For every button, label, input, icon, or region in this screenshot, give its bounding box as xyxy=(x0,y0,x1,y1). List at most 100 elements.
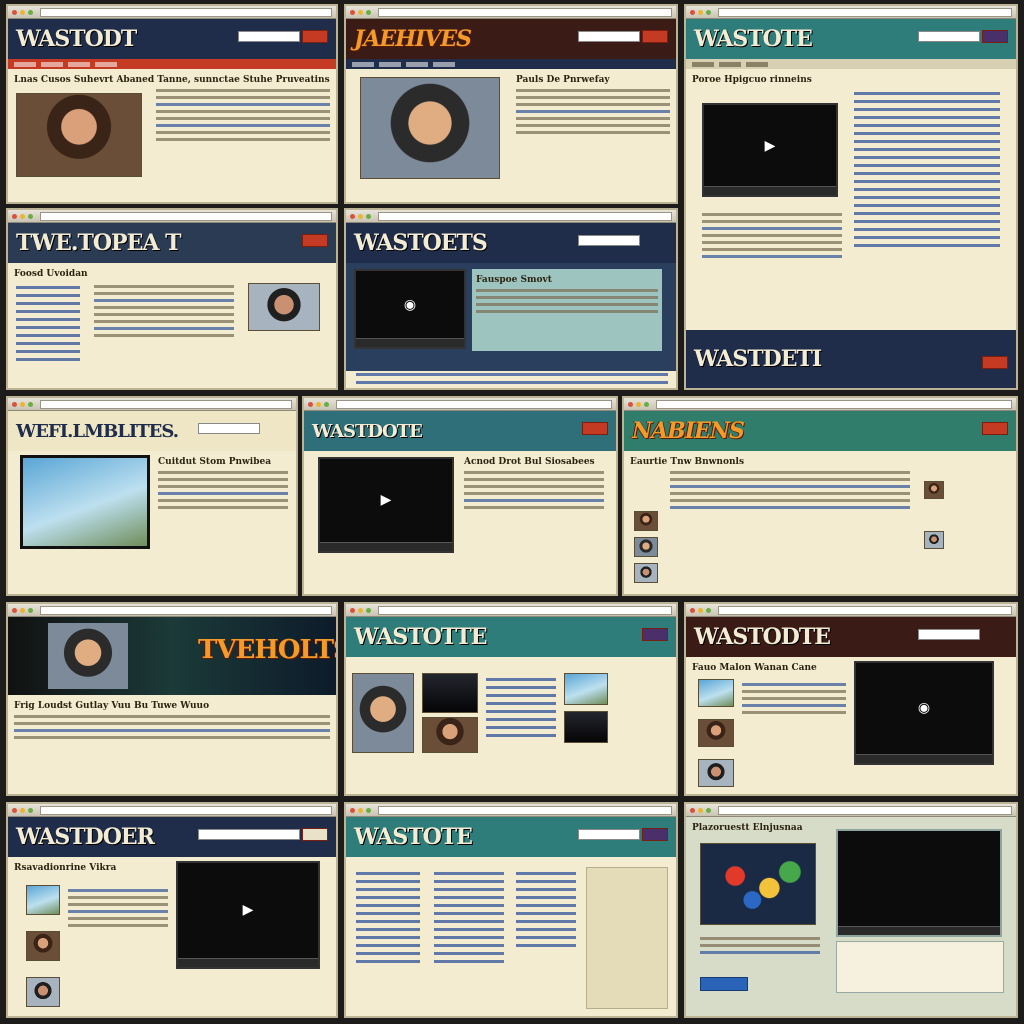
feature-headline[interactable]: Fauspoe Smovt xyxy=(476,275,658,285)
list-link[interactable] xyxy=(854,172,1000,175)
action-button[interactable] xyxy=(700,977,748,991)
list-link[interactable] xyxy=(516,872,576,875)
list-link[interactable] xyxy=(16,350,80,353)
close-icon[interactable] xyxy=(628,401,633,407)
list-link[interactable] xyxy=(854,108,1000,111)
list-link[interactable] xyxy=(356,928,420,931)
article-headline[interactable]: Frig Loudst Gutlay Vuu Bu Tuwe Wuuo xyxy=(14,701,330,711)
nav-item[interactable] xyxy=(95,61,117,67)
text-link[interactable] xyxy=(702,227,842,230)
video-controls[interactable] xyxy=(704,186,836,195)
list-link[interactable] xyxy=(356,373,668,376)
list-link[interactable] xyxy=(16,326,80,329)
search-button[interactable] xyxy=(982,422,1008,435)
list-thumb[interactable] xyxy=(26,931,60,961)
list-link[interactable] xyxy=(486,686,556,689)
nav-item[interactable] xyxy=(68,61,90,67)
address-bar[interactable] xyxy=(40,805,332,815)
footer-logo[interactable]: WASTDETI xyxy=(694,346,822,372)
text-link[interactable] xyxy=(156,124,330,127)
minimize-icon[interactable] xyxy=(316,401,321,407)
list-link[interactable] xyxy=(434,872,504,875)
site-logo[interactable]: WASTOETS xyxy=(354,230,488,256)
list-link[interactable] xyxy=(516,936,576,939)
video-player[interactable]: ▶ xyxy=(702,103,838,197)
list-link[interactable] xyxy=(486,718,556,721)
address-bar[interactable] xyxy=(378,805,672,815)
text-link[interactable] xyxy=(742,683,846,686)
list-link[interactable] xyxy=(854,220,1000,223)
list-link[interactable] xyxy=(516,888,576,891)
featured-photo[interactable] xyxy=(360,77,500,179)
list-link[interactable] xyxy=(516,896,576,899)
nav-item[interactable] xyxy=(379,61,401,67)
list-link[interactable] xyxy=(854,92,1000,95)
text-link[interactable] xyxy=(158,492,288,495)
search-input[interactable] xyxy=(578,829,640,840)
close-icon[interactable] xyxy=(350,607,355,613)
list-link[interactable] xyxy=(356,896,420,899)
search-button[interactable] xyxy=(302,828,328,841)
sidebar-thumb[interactable] xyxy=(924,481,944,499)
nav-item[interactable] xyxy=(41,61,63,67)
list-thumb[interactable] xyxy=(634,511,658,531)
maximize-icon[interactable] xyxy=(706,607,711,613)
maximize-icon[interactable] xyxy=(28,213,33,219)
minimize-icon[interactable] xyxy=(20,807,25,813)
play-icon[interactable]: ▶ xyxy=(243,902,254,918)
site-logo[interactable]: WASTOTTE xyxy=(354,624,488,650)
close-icon[interactable] xyxy=(12,9,17,15)
maximize-icon[interactable] xyxy=(28,607,33,613)
minimize-icon[interactable] xyxy=(358,607,363,613)
list-link[interactable] xyxy=(356,381,668,384)
text-link[interactable] xyxy=(516,110,670,113)
list-link[interactable] xyxy=(434,888,504,891)
list-link[interactable] xyxy=(854,148,1000,151)
list-link[interactable] xyxy=(854,236,1000,239)
article-headline[interactable]: Poroe Hpigcuo rinneins xyxy=(692,75,1010,85)
maximize-icon[interactable] xyxy=(644,401,649,407)
close-icon[interactable] xyxy=(350,9,355,15)
list-link[interactable] xyxy=(854,228,1000,231)
text-link[interactable] xyxy=(702,255,842,258)
list-link[interactable] xyxy=(516,920,576,923)
address-bar[interactable] xyxy=(378,7,672,17)
list-link[interactable] xyxy=(516,904,576,907)
list-link[interactable] xyxy=(16,342,80,345)
address-bar[interactable] xyxy=(718,805,1012,815)
list-link[interactable] xyxy=(356,872,420,875)
list-link[interactable] xyxy=(16,310,80,313)
maximize-icon[interactable] xyxy=(28,401,33,407)
list-link[interactable] xyxy=(434,920,504,923)
list-link[interactable] xyxy=(434,944,504,947)
close-icon[interactable] xyxy=(12,607,17,613)
list-link[interactable] xyxy=(486,678,556,681)
article-headline[interactable]: Cuitdut Stom Pnwibea xyxy=(158,457,288,467)
address-bar[interactable] xyxy=(718,605,1012,615)
list-thumb[interactable] xyxy=(26,977,60,1007)
list-link[interactable] xyxy=(486,702,556,705)
video-controls[interactable] xyxy=(856,754,992,763)
search-button[interactable] xyxy=(642,628,668,641)
list-link[interactable] xyxy=(854,244,1000,247)
text-link[interactable] xyxy=(94,327,234,330)
list-link[interactable] xyxy=(434,952,504,955)
search-button[interactable] xyxy=(642,828,668,841)
list-link[interactable] xyxy=(356,912,420,915)
play-icon[interactable]: ▶ xyxy=(381,492,392,508)
list-thumb[interactable] xyxy=(26,885,60,915)
site-logo[interactable]: WASTODTE xyxy=(694,624,831,650)
list-link[interactable] xyxy=(854,132,1000,135)
list-link[interactable] xyxy=(16,302,80,305)
minimize-icon[interactable] xyxy=(358,807,363,813)
list-link[interactable] xyxy=(516,880,576,883)
nav-item[interactable] xyxy=(692,61,714,67)
list-link[interactable] xyxy=(486,734,556,737)
search-input[interactable] xyxy=(918,31,980,42)
list-link[interactable] xyxy=(854,116,1000,119)
video-controls[interactable] xyxy=(178,958,318,967)
address-bar[interactable] xyxy=(378,211,672,221)
nav-item[interactable] xyxy=(719,61,741,67)
minimize-icon[interactable] xyxy=(636,401,641,407)
close-icon[interactable] xyxy=(350,213,355,219)
